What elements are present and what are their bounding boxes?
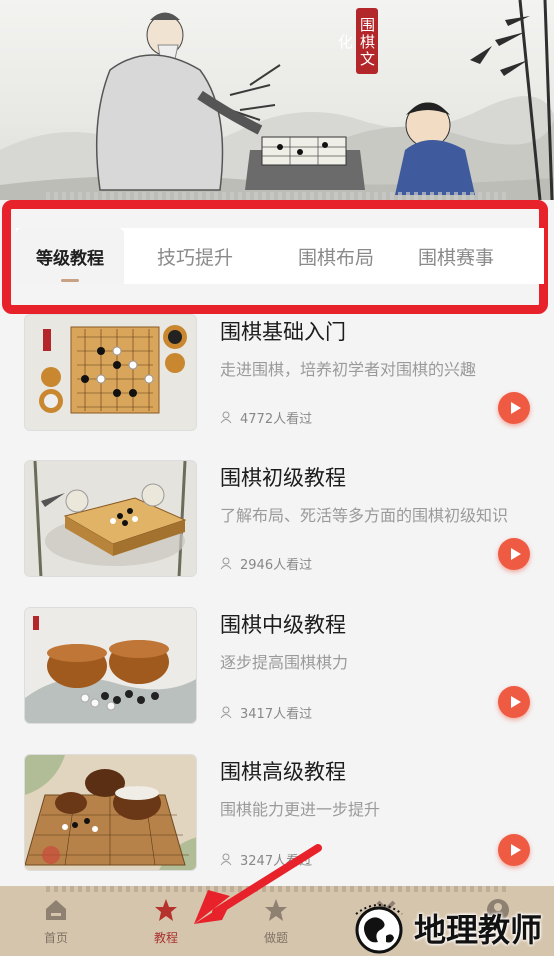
- play-button[interactable]: [498, 538, 530, 570]
- play-icon: [510, 696, 521, 708]
- nav-label: 做题: [263, 931, 288, 945]
- course-title: 围棋中级教程: [220, 613, 346, 637]
- course-description: 逐步提高围棋棋力: [220, 653, 349, 672]
- view-count: 4772人看过: [220, 408, 312, 427]
- tab-level-courses[interactable]: 等级教程: [16, 228, 124, 284]
- red-arrow-annotation: [194, 844, 322, 924]
- course-description: 了解布局、死活等多方面的围棋初级知识: [220, 506, 509, 525]
- play-icon: [510, 844, 521, 856]
- course-thumbnail: [24, 607, 197, 724]
- person-icon: [220, 706, 232, 719]
- play-icon: [510, 402, 521, 414]
- view-count-text: 2946人看过: [240, 558, 313, 573]
- play-button[interactable]: [498, 392, 530, 424]
- course-item[interactable]: 围棋初级教程 了解布局、死活等多方面的围棋初级知识 2946人看过: [0, 460, 554, 608]
- tab-bar: 等级教程 技巧提升 围棋布局 围棋赛事: [16, 228, 544, 284]
- play-button[interactable]: [498, 834, 530, 866]
- view-count: 2946人看过: [220, 554, 312, 573]
- person-icon: [220, 411, 232, 424]
- course-description: 走进围棋，培养初学者对围棋的兴趣: [220, 360, 477, 379]
- nav-label: 首页: [43, 931, 68, 945]
- course-title: 围棋初级教程: [220, 466, 346, 490]
- tab-go-events[interactable]: 围棋赛事: [406, 228, 544, 284]
- play-icon: [510, 548, 521, 560]
- seal-stamp: 围棋文化: [336, 8, 378, 74]
- ink-painting-art: [0, 0, 554, 200]
- view-count-text: 3417人看过: [240, 707, 313, 722]
- course-title: 围棋基础入门: [220, 320, 346, 344]
- play-button[interactable]: [498, 686, 530, 718]
- tab-label: 等级教程: [36, 248, 104, 269]
- view-count: 3417人看过: [220, 703, 312, 722]
- course-thumbnail: [24, 460, 197, 577]
- nav-label: 教程: [153, 931, 178, 945]
- star-icon: [155, 899, 177, 921]
- course-thumbnail: [24, 754, 197, 871]
- course-item[interactable]: 围棋基础入门 走进围棋，培养初学者对围棋的兴趣 4772人看过: [0, 314, 554, 462]
- watermark: 地理教师: [350, 900, 542, 956]
- view-count-text: 4772人看过: [240, 412, 313, 427]
- tab-go-layout[interactable]: 围棋布局: [266, 228, 406, 284]
- tab-skill-improvement[interactable]: 技巧提升: [124, 228, 266, 284]
- nav-home[interactable]: 首页: [26, 897, 86, 949]
- tab-label: 围棋赛事: [418, 246, 495, 269]
- watermark-text: 地理教师: [414, 911, 543, 949]
- tab-label: 技巧提升: [156, 246, 233, 269]
- course-item[interactable]: 围棋中级教程 逐步提高围棋棋力 3417人看过: [0, 607, 554, 755]
- banner-illustration: 围棋文化: [0, 0, 554, 200]
- tab-label: 围棋布局: [297, 246, 374, 269]
- course-description: 围棋能力更进一步提升: [220, 800, 381, 819]
- course-title: 围棋高级教程: [220, 760, 346, 784]
- home-icon: [46, 900, 66, 920]
- person-icon: [220, 557, 232, 570]
- course-thumbnail: [24, 314, 197, 431]
- globe-icon: [355, 904, 403, 954]
- meander-border: [46, 192, 508, 200]
